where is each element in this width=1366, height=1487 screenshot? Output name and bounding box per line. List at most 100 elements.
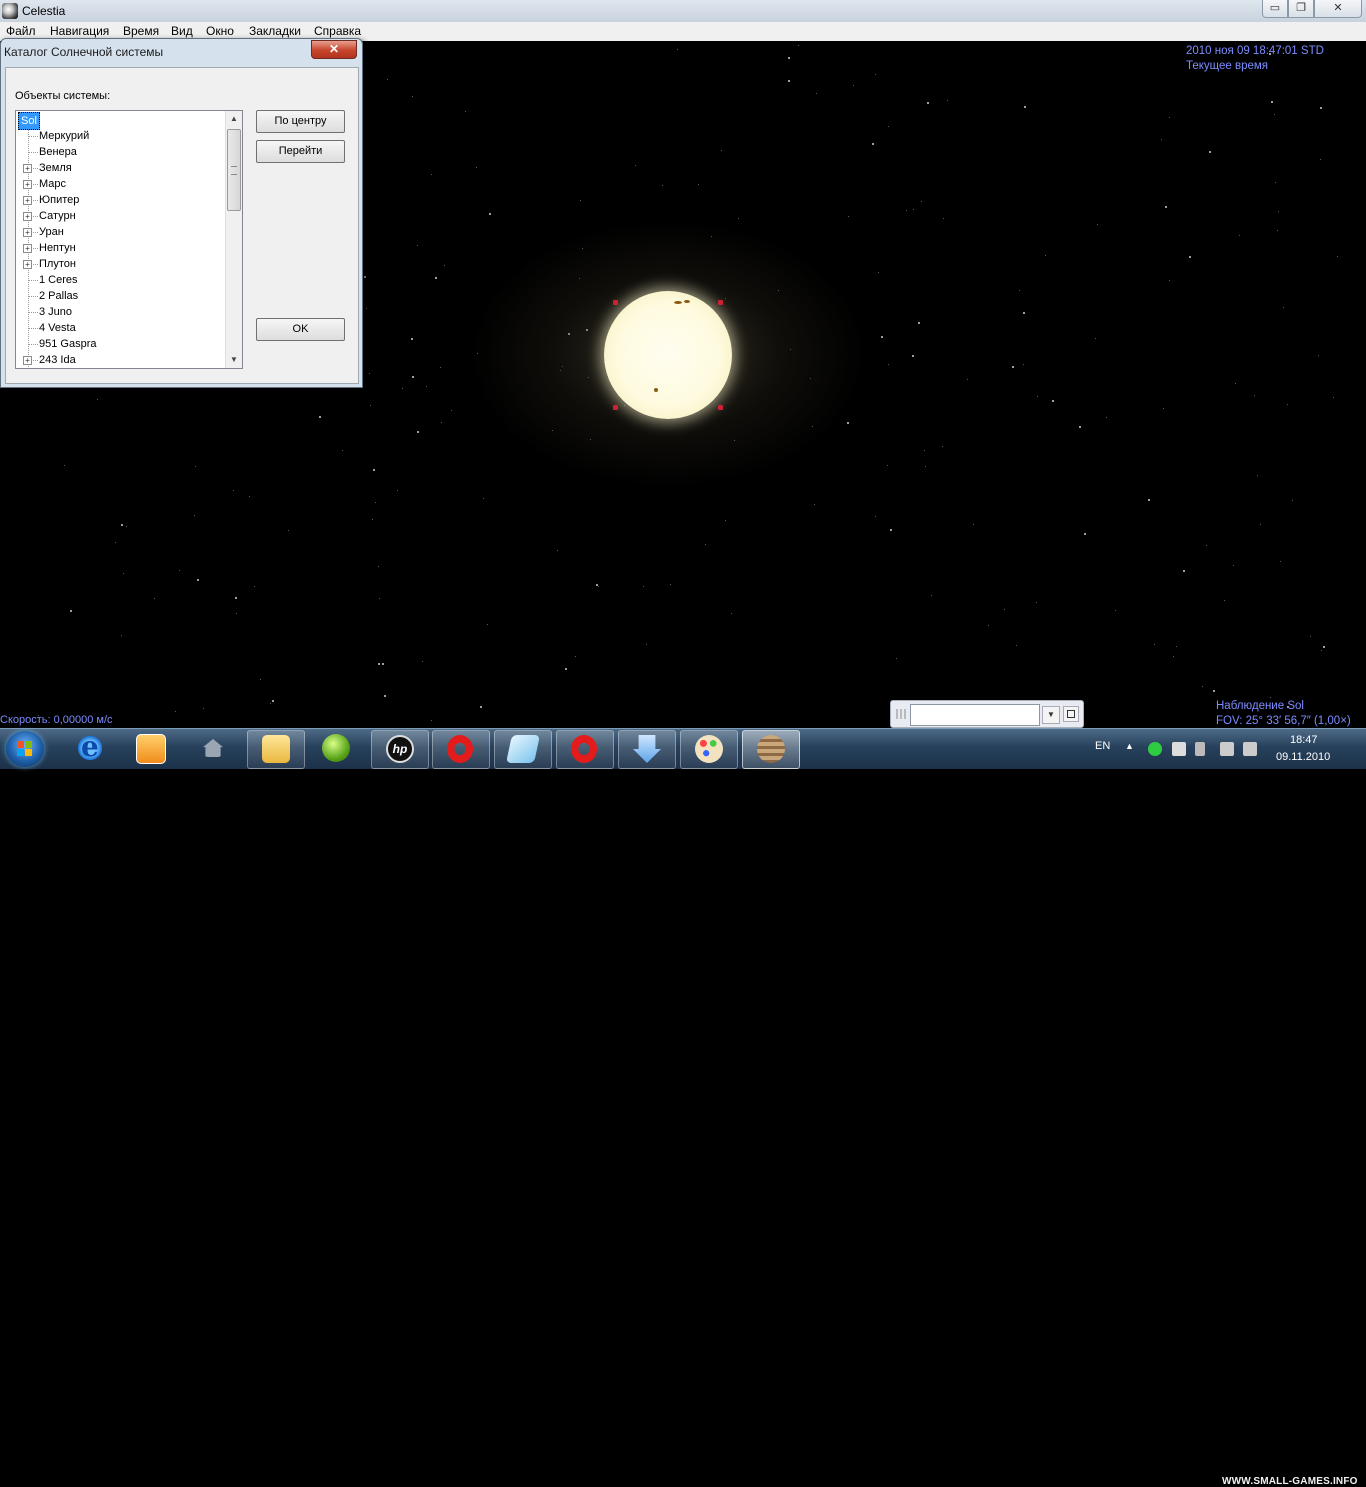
tree-item[interactable]: + Плутон xyxy=(16,256,224,272)
star xyxy=(431,720,432,721)
taskbar-notepad[interactable] xyxy=(494,730,552,769)
star xyxy=(451,410,452,411)
taskbar-home[interactable] xyxy=(185,730,241,767)
expand-plus-icon[interactable]: + xyxy=(23,196,32,205)
clock-time[interactable]: 18:47 xyxy=(1290,734,1318,746)
tree-item[interactable]: + Земля xyxy=(16,160,224,176)
tree-item[interactable]: Меркурий xyxy=(16,128,224,144)
star xyxy=(370,405,371,406)
maximize-button[interactable]: ❐ xyxy=(1288,0,1314,18)
taskbar-opera-1[interactable] xyxy=(432,730,490,769)
star xyxy=(1275,182,1276,183)
selection-marker xyxy=(613,300,618,305)
close-button[interactable]: ✕ xyxy=(1314,0,1362,18)
expand-plus-icon[interactable]: + xyxy=(23,228,32,237)
menu-help[interactable]: Справка xyxy=(314,24,361,38)
star xyxy=(121,524,123,526)
tray-device-icon[interactable] xyxy=(1195,742,1205,756)
volume-icon[interactable] xyxy=(1243,742,1257,756)
star xyxy=(725,520,726,521)
search-input[interactable] xyxy=(910,704,1040,726)
menu-view[interactable]: Вид xyxy=(171,24,193,38)
ok-button[interactable]: OK xyxy=(256,318,345,341)
clock-date[interactable]: 09.11.2010 xyxy=(1276,751,1330,763)
expand-plus-icon[interactable]: + xyxy=(23,356,32,365)
menu-navigation[interactable]: Навигация xyxy=(50,24,109,38)
scroll-thumb[interactable] xyxy=(227,129,241,211)
scroll-down-arrow-icon[interactable]: ▼ xyxy=(228,354,240,366)
taskbar-file-explorer[interactable] xyxy=(247,730,305,769)
tree-item[interactable]: + Уран xyxy=(16,224,224,240)
tree-item-label: Сатурн xyxy=(39,210,76,222)
start-button[interactable] xyxy=(6,731,44,767)
goto-button[interactable]: Перейти xyxy=(256,140,345,163)
tree-item[interactable]: 4 Vesta xyxy=(16,320,224,336)
toolbar-grip-icon[interactable] xyxy=(896,709,906,719)
opera-icon xyxy=(571,735,597,763)
sun-sol[interactable] xyxy=(604,291,732,419)
taskbar-media-player[interactable] xyxy=(122,730,178,767)
star xyxy=(705,544,706,545)
taskbar-opera-2[interactable] xyxy=(556,730,614,769)
minimize-button[interactable]: ▭ xyxy=(1262,0,1288,18)
star xyxy=(115,542,116,543)
menu-window[interactable]: Окно xyxy=(206,24,234,38)
star xyxy=(878,272,879,273)
star xyxy=(1310,636,1311,637)
tree-item-label: Марс xyxy=(39,178,67,190)
star xyxy=(444,265,445,266)
tree-item[interactable]: 3 Juno xyxy=(16,304,224,320)
tree-item[interactable]: + Нептун xyxy=(16,240,224,256)
menu-file[interactable]: Файл xyxy=(6,24,36,38)
tree-item[interactable]: + Сатурн xyxy=(16,208,224,224)
taskbar-xbox-game[interactable] xyxy=(308,730,364,767)
action-center-icon[interactable] xyxy=(1172,742,1186,756)
selection-marker xyxy=(613,405,618,410)
expand-plus-icon[interactable]: + xyxy=(23,164,32,173)
tree-item[interactable]: 2 Pallas xyxy=(16,288,224,304)
tray-app-icon[interactable] xyxy=(1148,742,1162,756)
tree-item[interactable]: 951 Gaspra xyxy=(16,336,224,352)
tree-item-label: 1 Ceres xyxy=(39,274,78,286)
star xyxy=(179,570,180,571)
toolbar-options-button[interactable] xyxy=(1063,706,1079,722)
star xyxy=(1148,499,1150,501)
tree-item[interactable]: Sol xyxy=(16,112,224,130)
dialog-close-button[interactable]: ✕ xyxy=(311,40,357,59)
scroll-up-arrow-icon[interactable]: ▲ xyxy=(228,113,240,125)
taskbar-celestia[interactable] xyxy=(742,730,800,769)
show-hidden-icons-icon[interactable]: ▲ xyxy=(1125,741,1134,751)
expand-plus-icon[interactable]: + xyxy=(23,244,32,253)
network-icon[interactable] xyxy=(1220,742,1234,756)
star xyxy=(565,668,567,670)
taskbar-hp-app[interactable]: hp xyxy=(371,730,429,769)
expand-plus-icon[interactable]: + xyxy=(23,180,32,189)
tree-item[interactable]: +243 Ida xyxy=(16,352,224,368)
tree-item[interactable]: 1 Ceres xyxy=(16,272,224,288)
star xyxy=(1052,400,1054,402)
tree-item[interactable]: + Юпитер xyxy=(16,192,224,208)
taskbar-internet-explorer[interactable] xyxy=(62,730,118,767)
scroll-grip-icon xyxy=(231,166,237,175)
language-indicator[interactable]: EN xyxy=(1095,740,1110,752)
tree-item[interactable]: + Марс xyxy=(16,176,224,192)
search-dropdown-button[interactable]: ▼ xyxy=(1042,706,1060,724)
star xyxy=(372,519,373,520)
center-button[interactable]: По центру xyxy=(256,110,345,133)
menu-time[interactable]: Время xyxy=(123,24,159,38)
objects-tree[interactable]: Sol Меркурий Венера + Земля + Марс + Юпитер + Сату… xyxy=(15,110,243,369)
expand-plus-icon[interactable]: + xyxy=(23,260,32,269)
menu-bookmarks[interactable]: Закладки xyxy=(249,24,301,38)
taskbar-paint-app[interactable] xyxy=(680,730,738,769)
star xyxy=(1239,235,1240,236)
tree-scrollbar[interactable]: ▲ ▼ xyxy=(225,111,242,368)
taskbar-download-manager[interactable] xyxy=(618,730,676,769)
star xyxy=(731,613,732,614)
star xyxy=(260,679,261,680)
star xyxy=(342,450,343,451)
tree-item[interactable]: Венера xyxy=(16,144,224,160)
expand-plus-icon[interactable]: + xyxy=(23,212,32,221)
star xyxy=(1106,417,1107,418)
star xyxy=(967,379,968,380)
star xyxy=(489,213,491,215)
